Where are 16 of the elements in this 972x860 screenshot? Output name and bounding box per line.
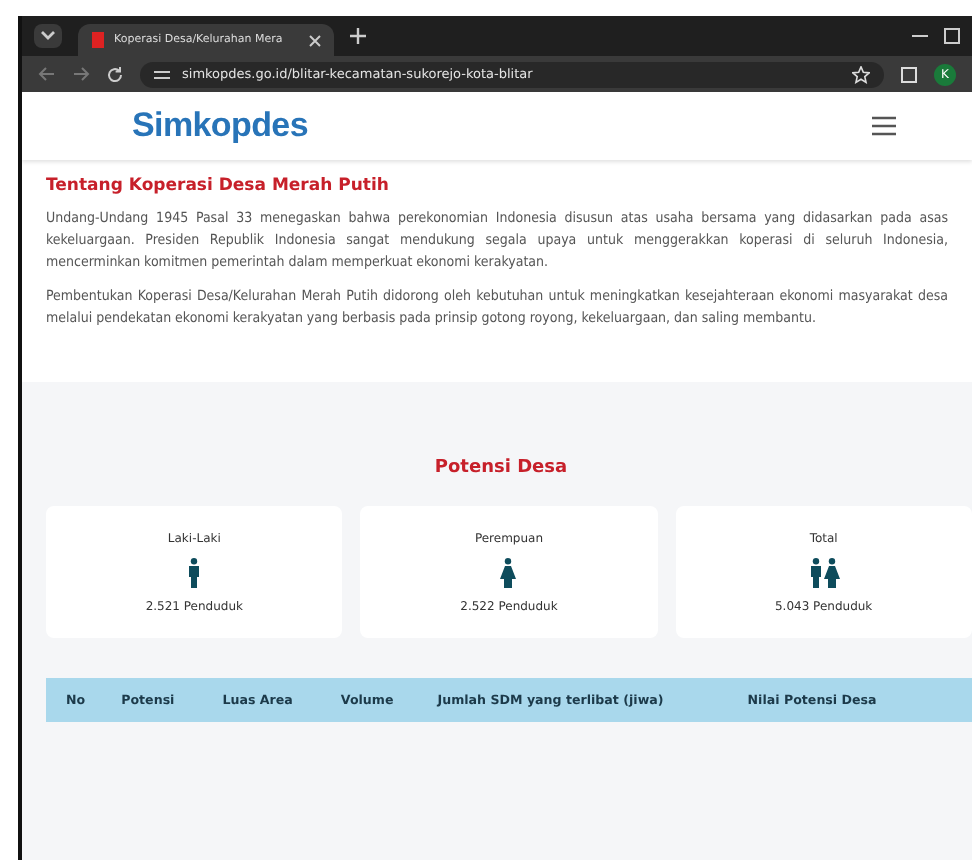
reload-icon[interactable] bbox=[106, 65, 124, 83]
section-title: Tentang Koperasi Desa Merah Putih bbox=[46, 176, 391, 196]
people-icon bbox=[807, 557, 840, 587]
favicon-icon bbox=[90, 30, 106, 50]
close-icon[interactable] bbox=[308, 33, 322, 47]
tab-search-icon[interactable] bbox=[34, 24, 62, 48]
maximize-icon[interactable] bbox=[944, 28, 960, 44]
new-tab-icon[interactable] bbox=[350, 28, 366, 44]
forward-icon[interactable] bbox=[72, 66, 90, 82]
star-icon[interactable] bbox=[852, 65, 870, 83]
female-person-icon bbox=[500, 557, 517, 587]
section-title: Potensi Desa bbox=[432, 458, 570, 478]
back-icon[interactable] bbox=[38, 66, 56, 82]
male-person-icon bbox=[188, 557, 201, 587]
menu-icon[interactable] bbox=[872, 116, 896, 136]
logo[interactable]: Simkopdes bbox=[132, 106, 308, 146]
